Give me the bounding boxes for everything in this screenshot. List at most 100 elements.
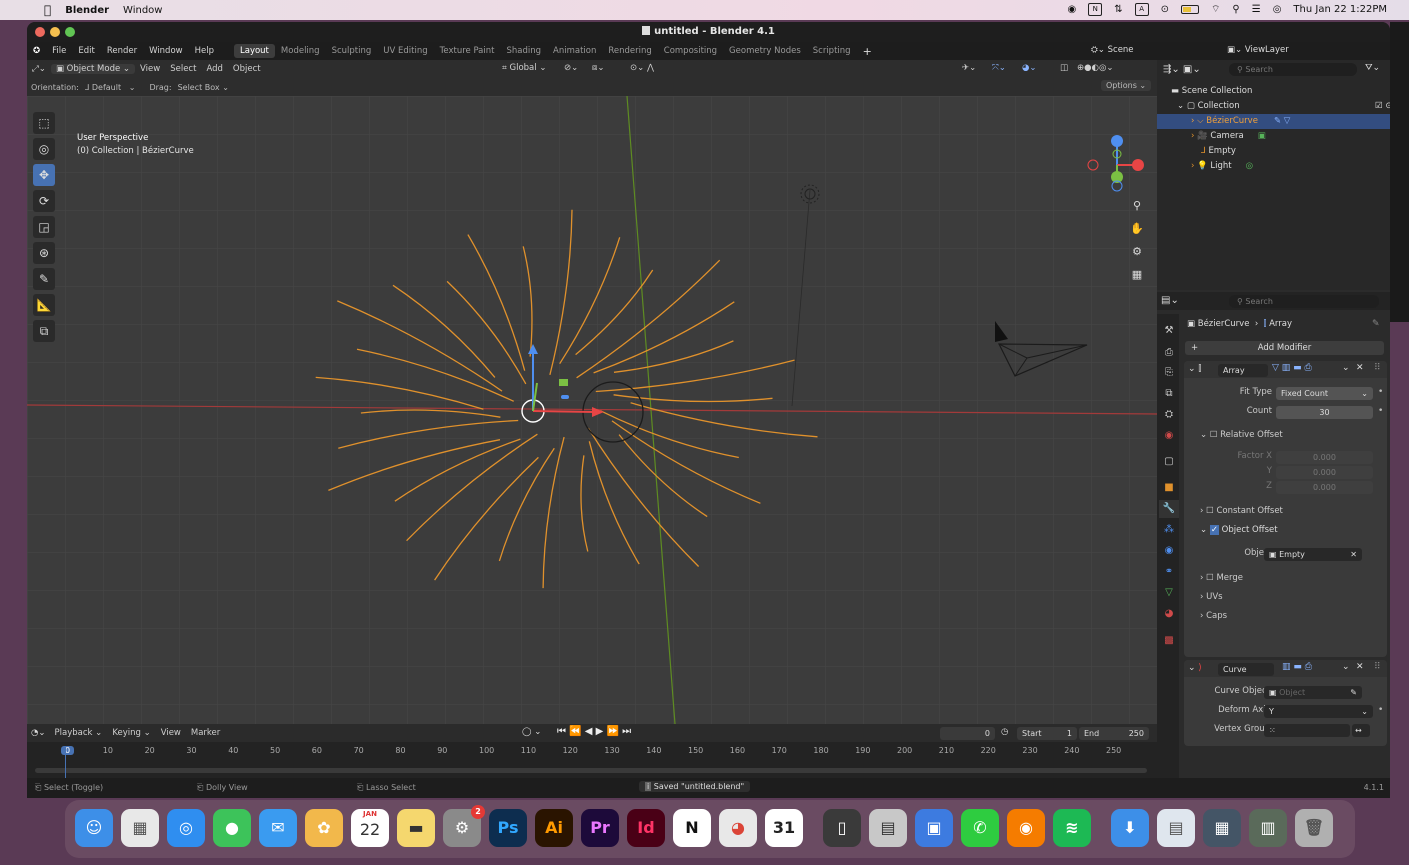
tab-geometry-nodes[interactable]: Geometry Nodes <box>723 44 807 58</box>
menubar-clock[interactable]: Thu Jan 22 1:22PM <box>1293 4 1387 15</box>
factor-z-field[interactable]: 0.000 <box>1276 481 1373 494</box>
menu-keying[interactable]: Keying ⌄ <box>107 728 155 738</box>
constant-offset-toggle[interactable]: › ☐ Constant Offset <box>1200 506 1283 516</box>
modifier-tab-icon[interactable]: 🔧 <box>1159 500 1179 518</box>
snap-icon[interactable]: ⧈⌄ <box>587 63 610 73</box>
uvs-toggle[interactable]: › UVs <box>1200 592 1223 602</box>
add-workspace-icon[interactable]: + <box>857 43 878 60</box>
select-box-tool-icon[interactable]: ⬚ <box>33 112 55 134</box>
menu-edit[interactable]: Edit <box>72 46 100 56</box>
menu-help[interactable]: Help <box>189 46 220 56</box>
curve-object-field[interactable]: ▣ Object ✎ <box>1264 686 1362 699</box>
gizmo-axis-z[interactable] <box>1111 135 1123 147</box>
dock-app-calendar-31-icon[interactable]: 31 <box>765 809 803 847</box>
curve-menu-icon[interactable]: ⌄ <box>1342 662 1350 672</box>
timeline-editor-icon[interactable]: ◔⌄ <box>27 728 50 738</box>
viewport-canvas[interactable] <box>27 96 1157 724</box>
array-remove-icon[interactable]: ✕ <box>1356 363 1364 373</box>
curve-collapse-icon[interactable]: ⌄ ⟩ <box>1188 663 1202 673</box>
properties-editor-icon[interactable]: ▤⌄ <box>1161 295 1179 306</box>
clear-object-icon[interactable]: ✕ <box>1350 548 1357 561</box>
outliner-item-light[interactable]: › 💡 Light◎⊙ ⎙ <box>1157 159 1390 174</box>
dock-app-keynote-icon[interactable]: ▣ <box>915 809 953 847</box>
caps-toggle[interactable]: › Caps <box>1200 611 1227 621</box>
menu-object[interactable]: Object <box>228 64 266 74</box>
siri-icon[interactable]: ◎ <box>1273 4 1282 15</box>
array-menu-icon[interactable]: ⌄ <box>1342 363 1350 373</box>
cursor-tool-icon[interactable]: ◎ <box>33 138 55 160</box>
pan-hand-icon[interactable]: ✋ <box>1127 219 1147 239</box>
close-window-button[interactable] <box>35 27 45 37</box>
tab-sculpting[interactable]: Sculpting <box>326 44 378 58</box>
menu-marker[interactable]: Marker <box>186 728 225 738</box>
input-source-icon[interactable]: A <box>1134 3 1149 16</box>
invert-vertex-group-button[interactable]: ↔ <box>1352 724 1370 737</box>
vertex-group-field[interactable]: ⁙ <box>1264 724 1350 737</box>
tab-layout[interactable]: Layout <box>234 44 275 58</box>
control-center-icon[interactable]: ☰ <box>1252 4 1261 15</box>
dock-app-sidecar-icon[interactable]: ▯ <box>823 809 861 847</box>
dock-app-recents-icon[interactable]: ▥ <box>1249 809 1287 847</box>
apple-menu-icon[interactable]:  <box>44 3 51 17</box>
outliner-item-empty[interactable]: ⅃ Empty⊙ ⎙ <box>1157 144 1390 159</box>
notion-menu-icon[interactable]: N <box>1088 3 1103 16</box>
array-display-toggle-icons[interactable]: ▽ ▥ ▬ ⎙ <box>1272 363 1312 373</box>
clock-icon[interactable]: ◷ <box>1001 727 1008 737</box>
menu-view[interactable]: View <box>135 64 165 74</box>
overlays-icon[interactable]: ◕⌄ <box>1017 63 1042 73</box>
menubar-window-menu[interactable]: Window <box>123 5 162 16</box>
zoom-icon[interactable]: ⚲ <box>1127 196 1147 216</box>
blender-logo-icon[interactable]: ✪ <box>27 46 46 56</box>
dock-app-photoshop-icon[interactable]: Ps <box>489 809 527 847</box>
material-tab-icon[interactable]: ◕ <box>1159 605 1179 623</box>
fit-type-select[interactable]: Fixed Count ⌄ <box>1276 387 1373 400</box>
menu-add[interactable]: Add <box>201 64 227 74</box>
editor-type-icon[interactable]: ⤢⌄ <box>27 64 51 74</box>
render-tab-icon[interactable]: ⎙ <box>1159 344 1179 362</box>
offset-object-field[interactable]: ▣ Empty ✕ <box>1264 548 1362 561</box>
outliner-scene-collection[interactable]: ▬ Scene Collection <box>1157 84 1390 99</box>
gizmo-yz-plane[interactable] <box>559 379 568 386</box>
pivot-icon[interactable]: ⊘⌄ <box>559 63 583 73</box>
gizmo-xz-plane[interactable] <box>561 395 569 399</box>
screen-record-icon[interactable]: ◉ <box>1067 4 1076 15</box>
navigation-gizmo[interactable] <box>1087 132 1147 192</box>
world-tab-icon[interactable]: ◉ <box>1159 427 1179 445</box>
zoom-window-button[interactable] <box>65 27 75 37</box>
factor-x-field[interactable]: 0.000 <box>1276 451 1373 464</box>
count-field[interactable]: 30 <box>1276 406 1373 419</box>
menu-playback[interactable]: Playback ⌄ <box>50 728 108 738</box>
timeline-ruler[interactable]: 0 10 20 30 40 50 60 70 80 90 100 110 120 130 140 150 160… <box>27 746 1157 760</box>
curve-remove-icon[interactable]: ✕ <box>1356 662 1364 672</box>
curve-display-toggle-icons[interactable]: ▥ ▬ ⎙ <box>1282 662 1312 672</box>
scene-selector[interactable]: ⛭⌄ Scene <box>1091 45 1134 55</box>
tab-shading[interactable]: Shading <box>500 44 547 58</box>
move-tool-icon[interactable]: ✥ <box>33 164 55 186</box>
eyedropper-icon[interactable]: ✎ <box>1350 686 1357 699</box>
playback-icon[interactable]: ⊙ <box>1161 4 1169 15</box>
dock-app-notion-icon[interactable]: N <box>673 809 711 847</box>
tab-scripting[interactable]: Scripting <box>807 44 857 58</box>
add-modifier-button[interactable]: + Add Modifier <box>1185 341 1384 355</box>
menu-select[interactable]: Select <box>165 64 201 74</box>
pin-icon[interactable]: ✎ <box>1372 319 1380 329</box>
add-cube-tool-icon[interactable]: ⧉ <box>33 320 55 342</box>
gizmo-x-arrow[interactable] <box>532 410 596 413</box>
collection-tab-icon[interactable]: ▢ <box>1159 453 1179 471</box>
menubar-app-name[interactable]: Blender <box>65 5 109 16</box>
wifi-icon[interactable]: ⌔ <box>1211 3 1220 16</box>
view-layer-tab-icon[interactable]: ⧉ <box>1159 385 1179 403</box>
outliner-item-beziercurve[interactable]: › ⌵ BézierCurve✎ ▽⊙ ⎙ <box>1157 114 1390 129</box>
dock-app-system-settings-icon[interactable]: ⚙ 2 <box>443 805 485 847</box>
perspective-toggle-icon[interactable]: ▦ <box>1127 265 1147 285</box>
menu-timeline-view[interactable]: View <box>156 728 186 738</box>
scale-tool-icon[interactable]: ◲ <box>33 216 55 238</box>
tab-compositing[interactable]: Compositing <box>658 44 723 58</box>
particles-tab-icon[interactable]: ⁂ <box>1159 521 1179 539</box>
physics-tab-icon[interactable]: ◉ <box>1159 542 1179 560</box>
transform-orientation-selector[interactable]: ⌗ Global ⌄ <box>497 63 551 73</box>
factor-y-field[interactable]: 0.000 <box>1276 466 1373 479</box>
dock-app-calendar-icon[interactable]: JAN 22 <box>351 809 389 847</box>
3d-viewport[interactable]: User Perspective (0) Collection | Bézier… <box>27 96 1157 724</box>
dock-app-whatsapp-icon[interactable]: ✆ <box>961 809 999 847</box>
